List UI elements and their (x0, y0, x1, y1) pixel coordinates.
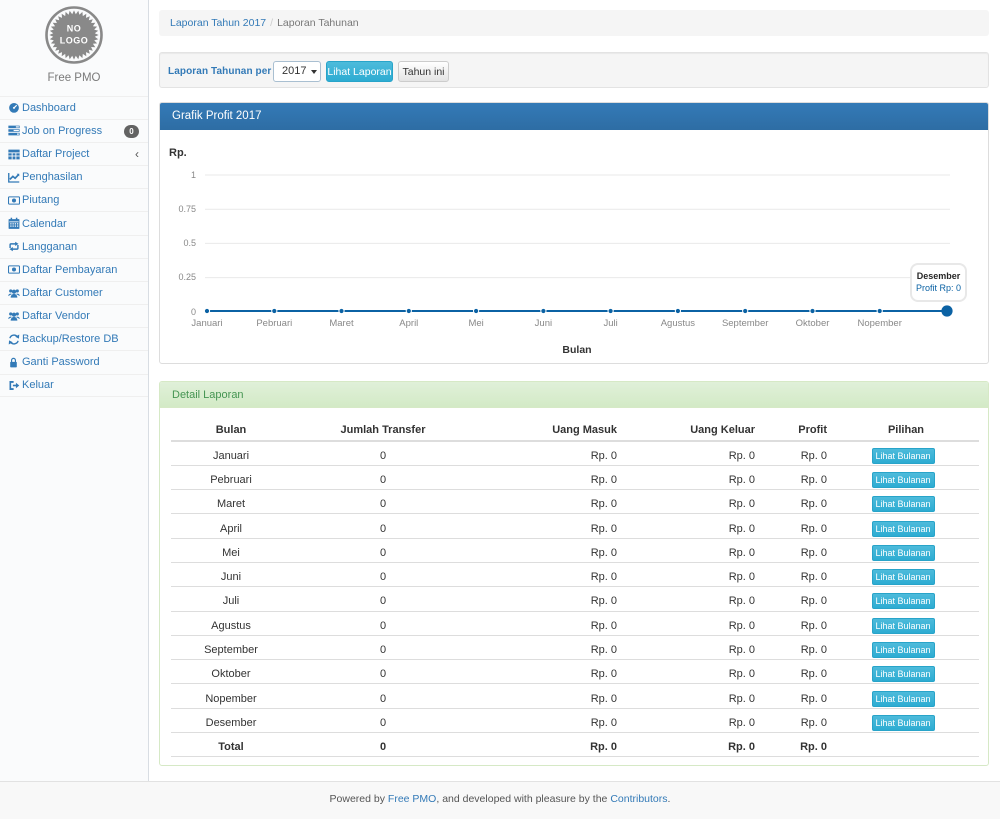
svg-text:NO: NO (67, 24, 82, 34)
svg-text:LOGO: LOGO (60, 36, 89, 46)
